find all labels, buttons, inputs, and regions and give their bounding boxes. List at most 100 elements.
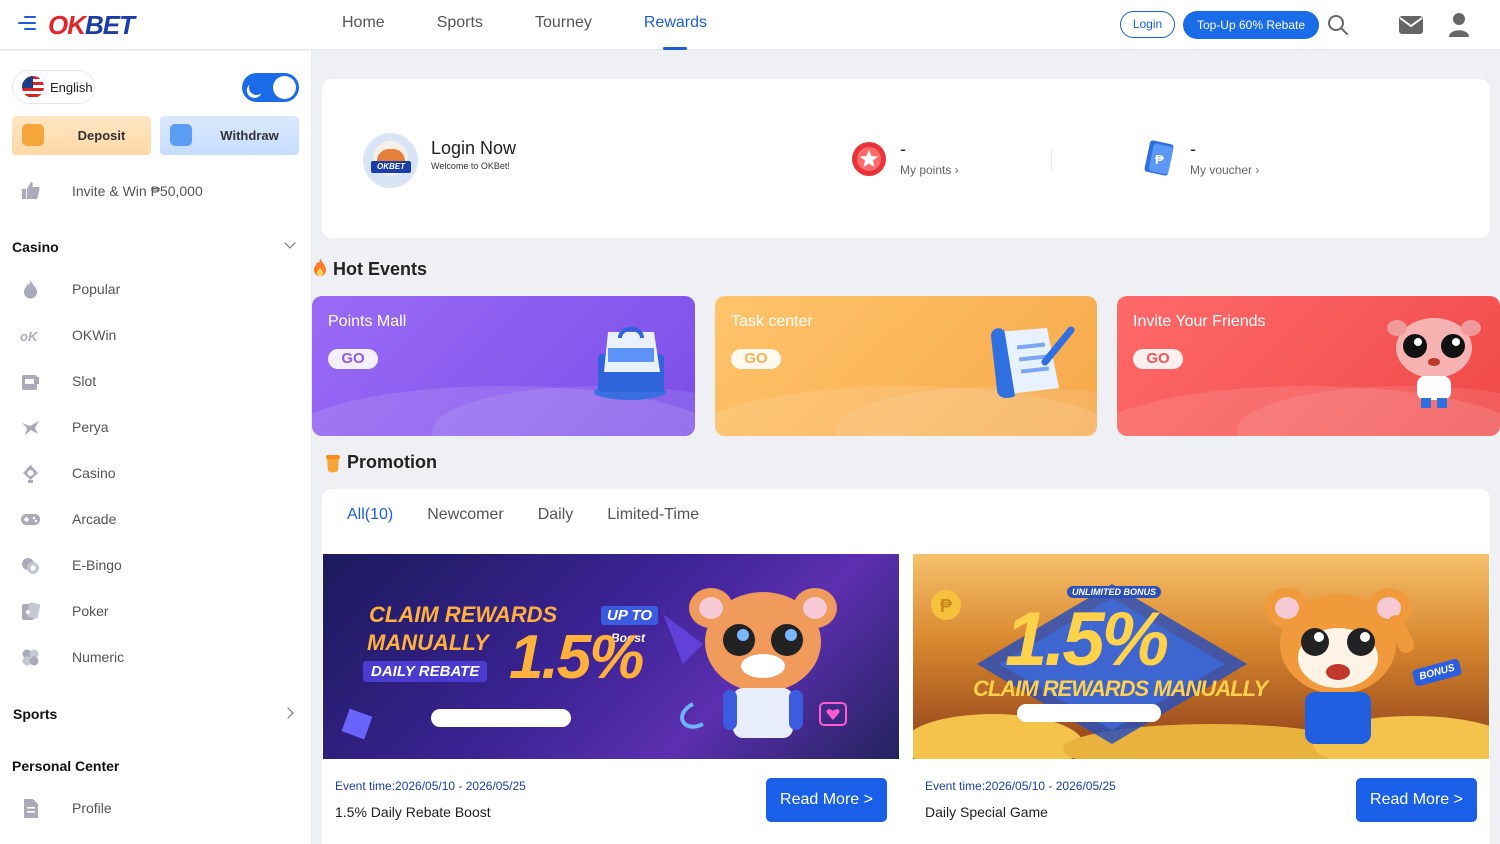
promo-banner-rebate-boost[interactable]: CLAIM REWARDS MANUALLY DAILY REBATE UP T… <box>323 554 899 759</box>
promo-name: Daily Special Game <box>925 804 1048 820</box>
deposit-button[interactable]: Deposit <box>12 116 151 155</box>
heart-badge-icon <box>819 702 847 726</box>
tab-daily[interactable]: Daily <box>538 506 574 540</box>
mail-icon[interactable] <box>1398 14 1424 36</box>
chevron-right-icon[interactable] <box>282 707 294 719</box>
mascot-icon <box>1387 318 1481 408</box>
sidebar-item-label: Perya <box>72 419 109 435</box>
event-title: Task center <box>731 313 813 330</box>
deposit-label: Deposit <box>77 128 126 143</box>
withdraw-label: Withdraw <box>220 128 279 143</box>
sidebar-item-label: Profile <box>72 800 112 816</box>
read-more-button[interactable]: Read More > <box>1356 778 1477 822</box>
mascot-illustration <box>1265 588 1415 744</box>
main-nav: Home Sports Tourney Rewards <box>342 0 759 50</box>
go-button[interactable]: GO <box>328 349 378 369</box>
language-label: English <box>50 79 93 95</box>
withdraw-button[interactable]: Withdraw <box>160 116 299 155</box>
invite-win-link[interactable]: Invite & Win ₱50,000 <box>0 173 311 207</box>
topup-rebate-button[interactable]: Top-Up 60% Rebate <box>1183 11 1319 39</box>
sidebar-item-poker[interactable]: Poker <box>0 592 311 632</box>
go-button[interactable]: GO <box>1133 349 1183 369</box>
read-more-button[interactable]: Read More > <box>766 778 887 822</box>
sidebar-item-label: OKWin <box>72 327 117 343</box>
cube-gift-icon <box>341 708 373 740</box>
numeric-icon <box>22 649 39 666</box>
poker-icon <box>22 602 41 620</box>
invite-label: Invite & Win ₱50,000 <box>72 183 203 199</box>
invite-friends-card[interactable]: Invite Your Friends GO <box>1117 296 1500 436</box>
language-selector[interactable]: English <box>12 70 95 104</box>
chevron-down-icon[interactable] <box>284 237 296 249</box>
task-scroll-icon <box>991 326 1075 398</box>
promotion-tabs: All(10) Newcomer Daily Limited-Time <box>347 506 733 557</box>
flame-icon <box>24 280 37 299</box>
perya-icon <box>22 421 39 435</box>
sidebar-item-slot[interactable]: Slot <box>0 362 311 402</box>
casino-section-title[interactable]: Casino <box>12 239 59 255</box>
sidebar-item-casino[interactable]: Casino <box>0 454 311 494</box>
sidebar-item-perya[interactable]: Perya <box>0 408 311 448</box>
banner-claim: CLAIM REWARDS MANUALLY <box>973 676 1268 701</box>
avatar[interactable]: OKBET <box>363 133 418 188</box>
banner-percent: 1.5% <box>509 623 644 692</box>
banner-percent: 1.5% <box>1005 597 1169 682</box>
login-card: OKBET Login Now Welcome to OKBet! - My p… <box>322 79 1490 238</box>
sidebar-item-popular[interactable]: Popular <box>0 270 311 310</box>
top-header: OKBET Home Sports Tourney Rewards Login … <box>0 0 1500 50</box>
nav-tab-rewards[interactable]: Rewards <box>644 0 707 50</box>
mascot-illustration <box>663 588 837 738</box>
user-icon[interactable] <box>1448 12 1470 38</box>
shopping-bag-icon <box>594 327 666 400</box>
sports-section-title[interactable]: Sports <box>13 706 57 722</box>
spade-icon <box>23 465 38 483</box>
promo-banner-daily-special[interactable]: UNLIMITED BONUS 1.5% CLAIM REWARDS MANUA… <box>913 554 1489 759</box>
login-button[interactable]: Login <box>1120 11 1175 38</box>
nav-tab-sports[interactable]: Sports <box>437 0 483 50</box>
banner-tag: DAILY REBATE <box>363 661 488 682</box>
sidebar-item-numeric[interactable]: Numeric <box>0 638 311 678</box>
sidebar-item-okwin[interactable]: oK OKWin <box>0 316 311 356</box>
tab-newcomer[interactable]: Newcomer <box>427 506 503 540</box>
event-time: Event time:2026/05/10 - 2026/05/25 <box>925 779 1116 793</box>
okbet-logo[interactable]: OKBET <box>48 10 135 41</box>
moon-icon <box>247 78 266 97</box>
my-points-link[interactable]: My points › <box>900 163 959 177</box>
us-flag-icon <box>22 76 44 98</box>
points-gem-icon <box>852 142 886 176</box>
sidebar-item-e-bingo[interactable]: E-Bingo <box>0 546 311 586</box>
hot-events-title: Hot Events <box>333 259 428 279</box>
go-button[interactable]: GO <box>731 349 781 369</box>
sidebar-item-label: Poker <box>72 603 109 619</box>
login-now-link[interactable]: Login Now <box>431 138 516 159</box>
okwin-icon: oK <box>20 329 39 344</box>
event-time: Event time:2026/05/10 - 2026/05/25 <box>335 779 526 793</box>
tab-all[interactable]: All(10) <box>347 506 394 557</box>
fire-icon <box>314 258 326 276</box>
search-icon[interactable] <box>1327 14 1349 36</box>
task-center-card[interactable]: Task center GO <box>715 296 1097 436</box>
points-value: - <box>900 139 906 159</box>
welcome-text: Welcome to OKBet! <box>431 161 510 171</box>
svg-text:₱: ₱ <box>1155 152 1164 167</box>
gamepad-icon <box>21 514 40 525</box>
banner-headline: MANUALLY <box>367 630 489 655</box>
svg-text:oK: oK <box>20 329 39 344</box>
tab-limited-time[interactable]: Limited-Time <box>607 506 699 540</box>
promotion-title: Promotion <box>347 452 437 472</box>
nav-tab-tourney[interactable]: Tourney <box>535 0 592 50</box>
sidebar-item-label: Slot <box>72 373 97 389</box>
sidebar-item-arcade[interactable]: Arcade <box>0 500 311 540</box>
my-voucher-link[interactable]: My voucher › <box>1190 163 1259 177</box>
thumbs-up-icon <box>22 182 40 199</box>
dark-mode-toggle[interactable] <box>242 73 299 102</box>
sidebar-item-profile[interactable]: Profile <box>0 789 311 829</box>
menu-icon[interactable] <box>18 16 38 34</box>
document-icon <box>24 799 38 818</box>
promo-name: 1.5% Daily Rebate Boost <box>335 804 491 820</box>
points-mall-card[interactable]: Points Mall GO <box>312 296 695 436</box>
event-title: Invite Your Friends <box>1133 313 1266 330</box>
divider <box>1051 149 1052 171</box>
sidebar-item-label: Popular <box>72 281 121 297</box>
nav-tab-home[interactable]: Home <box>342 0 385 50</box>
